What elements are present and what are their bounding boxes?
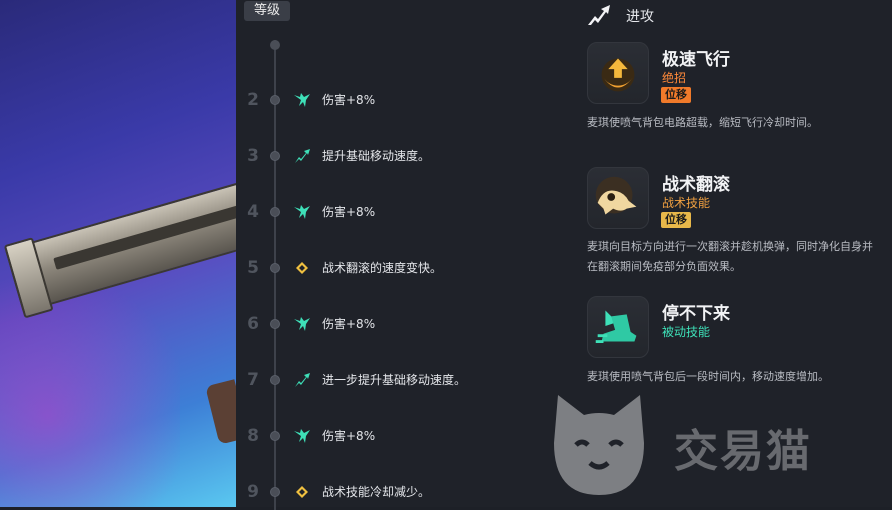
ability-description-line: 在翻滚期间免疫部分负面效果。 [587,260,741,273]
level-number: 8 [247,426,259,446]
level-perk-text: 进一步提升基础移动速度。 [322,373,467,387]
diamond-icon [296,486,308,498]
timeline-node [270,151,280,161]
wing-icon [294,317,310,331]
roll-icon [595,176,637,215]
timeline-node [270,319,280,329]
ability-icon-fast-flight[interactable] [587,42,649,104]
ability-description-line: 麦琪使喷气背包电路超载，缩短飞行冷却时间。 [587,116,818,129]
level-perk-text: 战术技能冷却减少。 [322,485,431,499]
character-artwork [0,0,236,507]
watermark-text: 交易猫 [674,426,812,477]
timeline-node [270,487,280,497]
level-number: 4 [247,202,259,222]
weapon-barrel-slot [53,200,236,270]
ability-tag: 位移 [661,212,691,228]
ability-icon-unstoppable[interactable] [587,296,649,358]
level-number: 7 [247,370,259,390]
timeline-node [270,263,280,273]
timeline-node [270,375,280,385]
level-perk-text: 伤害+8% [322,93,376,107]
ability-name: 极速飞行 [662,50,730,70]
wing-icon [294,429,310,443]
timeline-node [270,431,280,441]
ability-description: 麦琪使喷气背包电路超载，缩短飞行冷却时间。 [587,113,887,133]
level-perk-text: 伤害+8% [322,205,376,219]
ability-type: 战术技能 [662,196,711,210]
level-perk-text: 伤害+8% [322,429,376,443]
level-number: 3 [247,146,259,166]
timeline-node [270,207,280,217]
ability-description: 麦琪向目标方向进行一次翻滚并趁机换弹，同时净化自身并 在翻滚期间免疫部分负面效果… [587,237,887,277]
level-perk-text: 战术翻滚的速度变快。 [322,261,443,275]
weapon-handle [205,379,236,445]
speed-boots-icon [595,310,637,343]
level-number: 9 [247,482,259,502]
level-perk-text: 伤害+8% [322,317,376,331]
level-number: 5 [247,258,259,278]
jetpack-boost-icon [601,58,635,92]
watermark-cat-logo-icon [554,395,644,495]
level-header: 等级 [244,1,290,21]
level-number: 2 [247,90,259,110]
ability-icon-tactical-roll[interactable] [587,167,649,229]
attack-arrow-icon [588,5,610,25]
ability-description-line: 麦琪向目标方向进行一次翻滚并趁机换弹，同时净化自身并 [587,240,873,253]
arrow-up-right-icon [295,149,310,163]
ability-name: 战术翻滚 [662,175,730,195]
ability-type: 绝招 [662,71,687,85]
ability-description: 麦琪使用喷气背包后一段时间内，移动速度增加。 [587,367,887,387]
section-title: 进攻 [626,9,654,25]
ability-description-line: 麦琪使用喷气背包后一段时间内，移动速度增加。 [587,370,829,383]
timeline-node [270,95,280,105]
level-number: 6 [247,314,259,334]
ability-type: 被动技能 [662,325,711,339]
wing-icon [294,205,310,219]
level-perk-text: 提升基础移动速度。 [322,149,431,163]
ability-name: 停不下来 [662,304,730,324]
diamond-icon [296,262,308,274]
timeline-start-dot [270,40,280,50]
wing-icon [294,93,310,107]
ability-tag: 位移 [661,87,691,103]
arrow-up-right-icon [295,373,310,387]
